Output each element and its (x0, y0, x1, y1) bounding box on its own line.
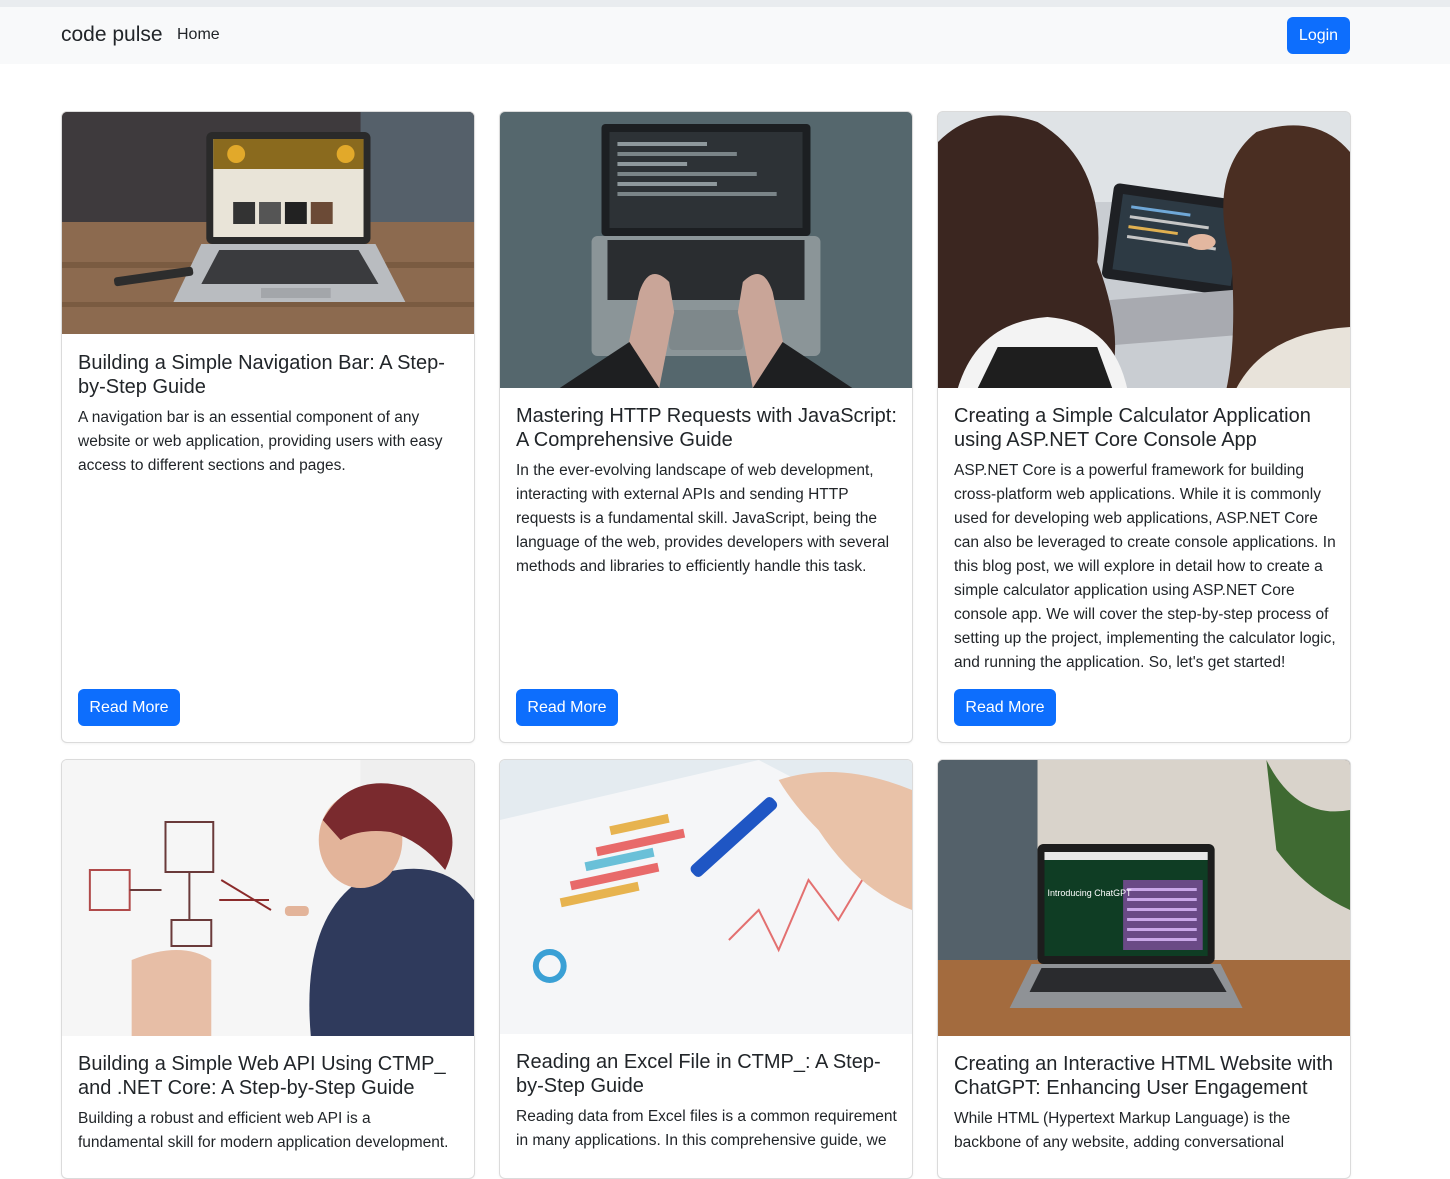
post-title[interactable]: Creating a Simple Calculator Application… (954, 404, 1336, 452)
laptop-on-desk-photo-icon (62, 112, 474, 334)
blog-card: Creating a Simple Calculator Application… (937, 111, 1351, 743)
blog-card: Mastering HTTP Requests with JavaScript:… (499, 111, 913, 743)
read-more-button[interactable]: Read More (78, 689, 180, 726)
pen-on-chart-paper-photo-icon (500, 760, 912, 1034)
login-button[interactable]: Login (1287, 17, 1350, 54)
top-navbar: code pulse Home Login (0, 0, 1450, 64)
women-at-laptop-photo-icon (938, 112, 1350, 388)
blog-card: Reading an Excel File in CTMP_: A Step-b… (499, 759, 913, 1179)
blog-card: Building a Simple Web API Using CTMP_ an… (61, 759, 475, 1179)
post-title[interactable]: Building a Simple Navigation Bar: A Step… (78, 351, 460, 399)
nav-home-link[interactable]: Home (177, 26, 220, 44)
post-summary: In the ever-evolving landscape of web de… (516, 462, 890, 575)
post-title[interactable]: Building a Simple Web API Using CTMP_ an… (78, 1052, 460, 1100)
post-summary: ASP.NET Core is a powerful framework for… (954, 462, 1336, 671)
post-title[interactable]: Mastering HTTP Requests with JavaScript:… (516, 404, 898, 452)
blog-card: Building a Simple Navigation Bar: A Step… (61, 111, 475, 743)
brand-logo[interactable]: code pulse (61, 23, 163, 47)
read-more-button[interactable]: Read More (516, 689, 618, 726)
read-more-button[interactable]: Read More (954, 689, 1056, 726)
post-summary: A navigation bar is an essential compone… (78, 409, 443, 474)
man-drawing-whiteboard-photo-icon (62, 760, 474, 1036)
hands-typing-laptop-photo-icon (500, 112, 912, 388)
chatgpt-screen-text: Introducing ChatGPT (1047, 888, 1132, 898)
post-title[interactable]: Reading an Excel File in CTMP_: A Step-b… (516, 1050, 898, 1098)
post-title[interactable]: Creating an Interactive HTML Website wit… (954, 1052, 1336, 1100)
post-summary: Reading data from Excel files is a commo… (516, 1108, 897, 1149)
laptop-chatgpt-screen-photo-icon: Introducing ChatGPT (938, 760, 1350, 1036)
blog-card: Introducing ChatGPT Creating an Interact… (937, 759, 1351, 1179)
